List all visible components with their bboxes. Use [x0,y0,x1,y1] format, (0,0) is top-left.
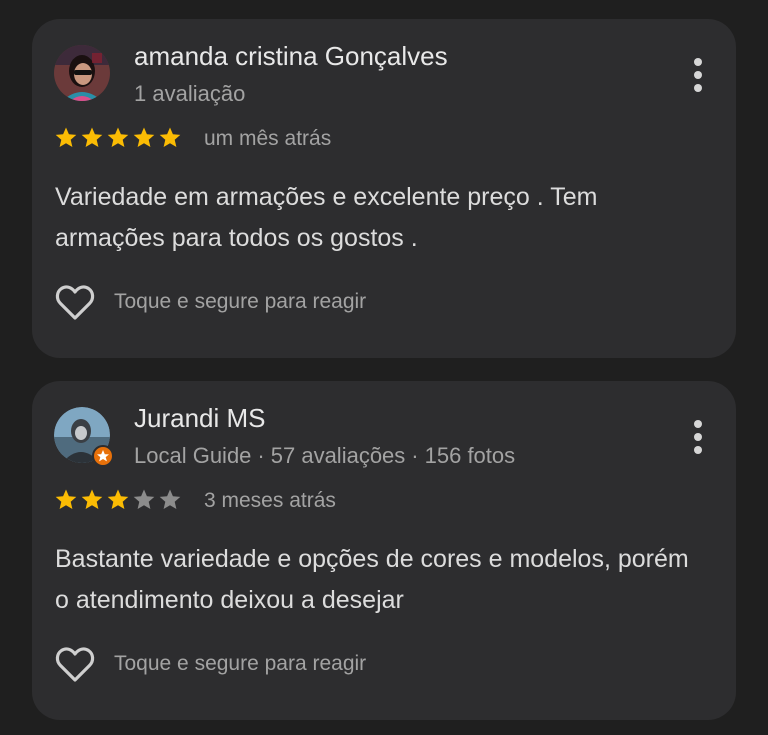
avatar-photo-icon [54,45,110,101]
star-empty-icon [133,489,155,509]
meta-separator: · [411,443,419,468]
author-meta: 1 avaliação [134,81,245,107]
react-label: Toque e segure para reagir [114,652,367,675]
review-card: Jurandi MS Local Guide · 57 avaliações · 156… [32,381,736,720]
heart-outline-icon [55,285,95,320]
star-filled-icon [55,489,77,509]
local-guide-badge-icon [92,445,114,467]
author-avatar[interactable] [54,407,114,467]
more-vert-icon[interactable] [692,419,704,455]
photo-count: 156 fotos [424,443,516,468]
review-text: Variedade em armações e excelente preço … [55,183,598,252]
heart-outline-icon [55,647,95,682]
author-avatar[interactable] [54,45,110,101]
review-card: amanda cristina Gonçalves 1 avaliação um… [32,19,736,358]
star-filled-icon [81,489,103,509]
star-filled-icon [159,127,181,147]
star-filled-icon [133,127,155,147]
review-count: 57 avaliações [270,443,406,468]
react-button[interactable]: Toque e segure para reagir [54,281,366,323]
review-count: 1 avaliação [134,81,246,106]
review-age: um mês atrás [204,127,332,150]
star-filled-icon [107,489,129,509]
star-rating [54,488,182,516]
star-filled-icon [107,127,129,147]
star-empty-icon [159,489,181,509]
star-filled-icon [55,127,77,147]
star-filled-icon [81,127,103,147]
more-vert-icon[interactable] [692,57,704,93]
review-age: 3 meses atrás [204,489,336,512]
review-text: Bastante variedade e opções de cores e m… [55,545,689,614]
author-name[interactable]: amanda cristina Gonçalves [134,41,448,72]
react-button[interactable]: Toque e segure para reagir [54,643,366,685]
author-meta: Local Guide · 57 avaliações · 156 fotos [134,443,515,469]
react-label: Toque e segure para reagir [114,290,367,313]
local-guide-label: Local Guide [134,443,252,468]
meta-separator: · [257,443,265,468]
star-rating [54,126,182,154]
author-name[interactable]: Jurandi MS [134,403,266,434]
